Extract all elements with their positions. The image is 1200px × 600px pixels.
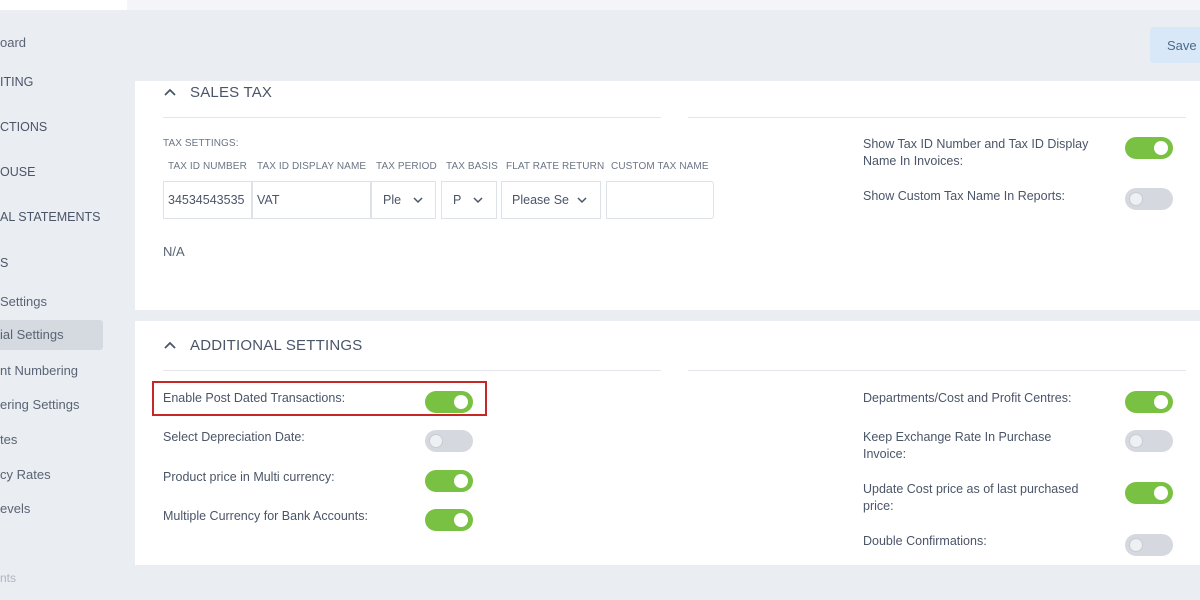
sidebar-item-general-settings[interactable]: Settings	[0, 294, 47, 309]
sidebar-item-financial-statements[interactable]: AL STATEMENTS	[0, 210, 100, 224]
additional-settings-title: ADDITIONAL SETTINGS	[190, 337, 363, 354]
sidebar-item-currency-rates[interactable]: cy Rates	[0, 467, 51, 482]
toggle-knob	[1154, 395, 1168, 409]
toggle-knob	[1129, 192, 1143, 206]
sales-tax-title: SALES TAX	[190, 84, 273, 101]
sidebar-item-levels[interactable]: evels	[0, 501, 30, 516]
tax-basis-select[interactable]: P	[441, 181, 497, 219]
chevron-up-icon[interactable]	[163, 338, 177, 352]
toggle-knob	[454, 513, 468, 527]
sidebar-item-warehouse[interactable]: OUSE	[0, 165, 35, 179]
sidebar-item-faded[interactable]: nts	[0, 571, 16, 585]
top-bar-tab	[0, 0, 127, 10]
save-button[interactable]: Save	[1150, 27, 1200, 63]
column-header-tax-id-display-name: TAX ID DISPLAY NAME	[257, 161, 367, 172]
departments-cost-profit-label: Departments/Cost and Profit Centres:	[863, 391, 1072, 405]
sidebar-item-settings[interactable]: S	[0, 256, 8, 270]
double-confirmations-toggle[interactable]	[1125, 534, 1173, 556]
select-depreciation-date-label: Select Depreciation Date:	[163, 430, 305, 444]
show-tax-id-label: Show Tax ID Number and Tax ID Display Na…	[863, 137, 1089, 168]
toggle-knob	[1129, 538, 1143, 552]
departments-cost-profit-toggle[interactable]	[1125, 391, 1173, 413]
divider	[163, 117, 661, 118]
na-text: N/A	[163, 244, 185, 259]
toggle-knob	[454, 474, 468, 488]
flat-rate-return-select[interactable]: Please Se	[501, 181, 601, 219]
divider	[688, 117, 1186, 118]
column-header-tax-period: TAX PERIOD	[376, 161, 437, 172]
sidebar-item-accounting[interactable]: ITING	[0, 75, 33, 89]
tax-id-display-name-input[interactable]: VAT	[252, 181, 371, 219]
column-header-flat-rate-return: FLAT RATE RETURN	[506, 161, 605, 172]
tax-settings-label: TAX SETTINGS:	[163, 138, 239, 149]
tax-basis-value: P	[453, 193, 462, 207]
keep-exchange-rate-toggle[interactable]	[1125, 430, 1173, 452]
sidebar-item-tax-rates[interactable]: tes	[0, 432, 17, 447]
multiple-currency-bank-toggle[interactable]	[425, 509, 473, 531]
show-custom-tax-name-toggle[interactable]	[1125, 188, 1173, 210]
chevron-down-icon	[577, 195, 587, 205]
multiple-currency-bank-label: Multiple Currency for Bank Accounts:	[163, 509, 368, 523]
chevron-down-icon	[473, 197, 483, 204]
select-depreciation-date-toggle[interactable]	[425, 430, 473, 452]
sales-tax-panel: SALES TAX TAX SETTINGS: TAX ID NUMBER TA…	[135, 81, 1200, 310]
product-price-multi-currency-toggle[interactable]	[425, 470, 473, 492]
custom-tax-name-input[interactable]	[606, 181, 714, 219]
column-header-tax-id-number: TAX ID NUMBER	[168, 161, 247, 172]
sidebar-item-transactions[interactable]: CTIONS	[0, 120, 47, 134]
column-header-custom-tax-name: CUSTOM TAX NAME	[611, 161, 709, 172]
additional-settings-panel: ADDITIONAL SETTINGS Enable Post Dated Tr…	[135, 321, 1200, 565]
tax-period-value: Ple	[383, 193, 402, 207]
update-cost-price-toggle[interactable]	[1125, 482, 1173, 504]
highlight-box	[152, 381, 487, 416]
sidebar-item-financial-settings[interactable]: ial Settings	[0, 320, 103, 350]
divider	[163, 370, 661, 371]
toggle-knob	[429, 434, 443, 448]
flat-rate-return-value: Please Se	[512, 193, 569, 207]
chevron-down-icon	[413, 197, 423, 204]
toggle-knob	[1129, 434, 1143, 448]
sidebar-item-numbering-settings[interactable]: ering Settings	[0, 397, 80, 412]
column-header-tax-basis: TAX BASIS	[446, 161, 498, 172]
divider	[688, 370, 1186, 371]
tax-period-select[interactable]: Ple	[371, 181, 436, 219]
keep-exchange-rate-label: Keep Exchange Rate In Purchase Invoice:	[863, 430, 1052, 461]
show-tax-id-toggle[interactable]	[1125, 137, 1173, 159]
toggle-knob	[1154, 141, 1168, 155]
top-bar	[0, 0, 1200, 10]
toggle-knob	[1154, 486, 1168, 500]
product-price-multi-currency-label: Product price in Multi currency:	[163, 470, 335, 484]
show-custom-tax-name-label: Show Custom Tax Name In Reports:	[863, 189, 1065, 203]
sidebar-item-document-numbering[interactable]: nt Numbering	[0, 363, 78, 378]
chevron-up-icon[interactable]	[163, 85, 177, 99]
update-cost-price-label: Update Cost price as of last purchased p…	[863, 482, 1079, 513]
sidebar: oard ITING CTIONS OUSE AL STATEMENTS S S…	[0, 10, 127, 600]
sidebar-item-dashboard[interactable]: oard	[0, 35, 26, 50]
tax-id-number-input[interactable]: 34534543535	[163, 181, 252, 219]
double-confirmations-label: Double Confirmations:	[863, 534, 987, 548]
